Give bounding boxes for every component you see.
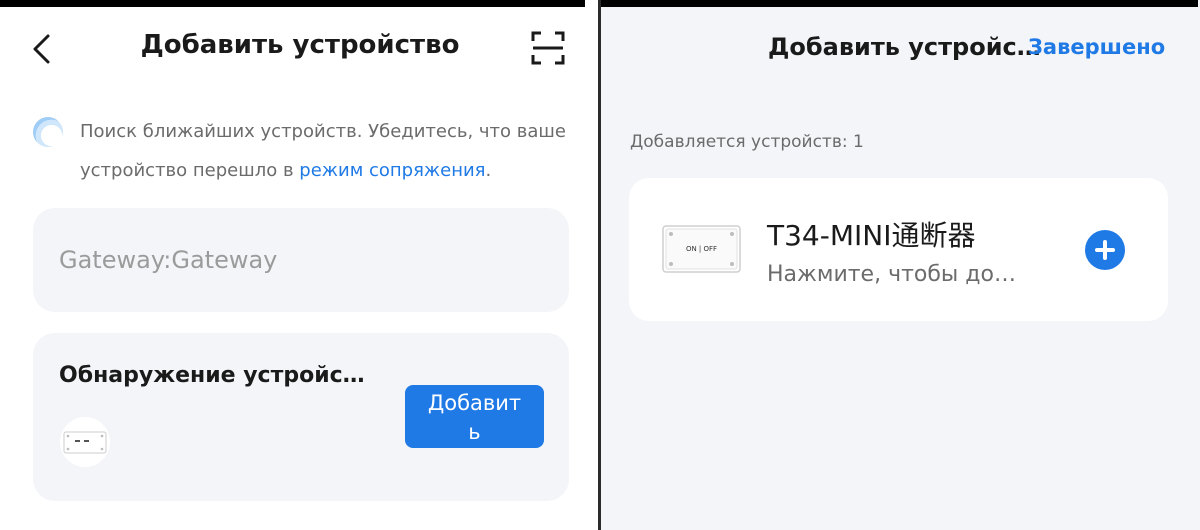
status-bar	[0, 0, 585, 7]
switch-device-icon	[63, 431, 107, 454]
add-device-button[interactable]: Добавит ь	[405, 385, 544, 448]
gateway-label: Gateway:Gateway	[59, 246, 278, 274]
add-device-screen-right: Добавить устройс… Завершено Добавляется …	[601, 0, 1200, 530]
done-button[interactable]: Завершено	[1028, 35, 1165, 59]
device-card[interactable]: ON | OFF T34-MINI通断器 Нажмите, чтобы до…	[629, 178, 1168, 321]
plus-icon[interactable]	[1085, 230, 1125, 270]
adding-count-label: Добавляется устройств: 1	[630, 132, 864, 152]
search-spinner-icon	[33, 117, 63, 147]
add-device-screen-left: Добавить устройство Поиск ближайших устр…	[0, 0, 598, 530]
pairing-mode-link[interactable]: режим сопряжения	[299, 160, 485, 181]
status-bar	[601, 0, 1198, 7]
gateway-card[interactable]: Gateway:Gateway	[33, 208, 569, 312]
device-thumbnail	[60, 417, 110, 467]
detected-device-title: Обнаружение устройс…	[59, 363, 365, 388]
add-button-line2: ь	[468, 420, 481, 444]
add-button-line1: Добавит	[427, 391, 522, 415]
page-title: Добавить устройство	[140, 30, 460, 60]
switch-device-icon: ON | OFF	[662, 225, 741, 273]
detected-device-card: Обнаружение устройс… Добавит ь	[33, 333, 569, 501]
scan-frame-icon[interactable]	[530, 30, 566, 66]
device-subtitle: Нажмите, чтобы до…	[767, 262, 1016, 287]
device-name: T34-MINI通断器	[767, 219, 976, 252]
search-hint-suffix: .	[485, 160, 492, 181]
page-title: Добавить устройс…	[768, 33, 1041, 61]
search-hint: Поиск ближайших устройств. Убедитесь, чт…	[80, 112, 580, 190]
device-thumb-label: ON | OFF	[686, 245, 717, 253]
